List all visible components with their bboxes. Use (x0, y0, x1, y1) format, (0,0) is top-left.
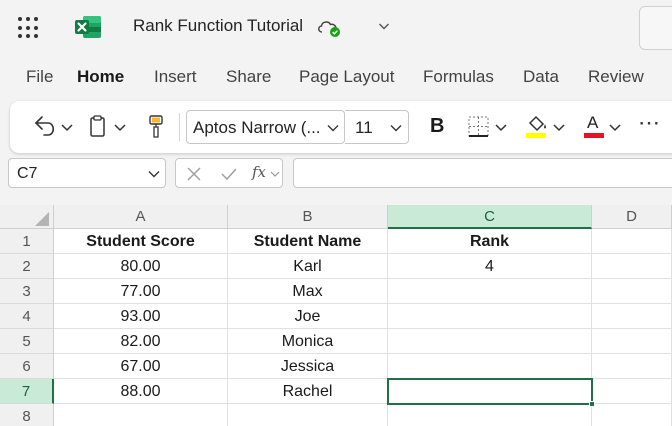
select-all-corner[interactable] (0, 205, 54, 229)
menu-data[interactable]: Data (523, 67, 559, 87)
select-all-icon (35, 212, 49, 226)
formula-controls: fx (175, 158, 283, 188)
more-icon[interactable]: ⋯ (638, 110, 660, 140)
cell-a7[interactable]: 88.00 (54, 379, 228, 404)
cell-a1[interactable]: Student Score (54, 229, 228, 254)
format-painter-icon[interactable] (144, 101, 174, 153)
row-header[interactable]: 6 (0, 354, 54, 379)
function-icon[interactable]: fx (252, 163, 266, 181)
font-name-value: Aptos Narrow (... (193, 118, 321, 137)
formula-input[interactable] (293, 158, 672, 188)
chevron-down-icon (327, 125, 339, 132)
cell-a4[interactable]: 93.00 (54, 304, 228, 329)
row-header[interactable]: 1 (0, 229, 54, 254)
chevron-down-icon (148, 171, 160, 178)
fill-color-icon (528, 115, 565, 132)
fill-handle[interactable] (589, 401, 595, 407)
cell-c2[interactable]: 4 (388, 254, 592, 279)
cell-c8[interactable] (388, 404, 592, 426)
active-cell-border (387, 378, 593, 405)
cloud-saved-icon[interactable] (316, 16, 342, 38)
document-title[interactable]: Rank Function Tutorial (133, 16, 303, 36)
cell-d1[interactable] (592, 229, 672, 254)
cell-a6[interactable]: 67.00 (54, 354, 228, 379)
window-control[interactable] (639, 0, 672, 56)
font-size-dropdown[interactable]: 11 (345, 110, 409, 144)
cancel-icon[interactable] (186, 166, 202, 182)
enter-check-icon[interactable] (220, 166, 238, 182)
font-name-dropdown[interactable]: Aptos Narrow (... (186, 110, 345, 144)
font-size-value: 11 (355, 118, 373, 137)
menu-bar: File Home Insert Share Page Layout Formu… (0, 56, 672, 98)
ribbon-toolbar: Aptos Narrow (... 11 B A ⋯ (10, 101, 672, 153)
cell-d2[interactable] (592, 254, 672, 279)
chevron-down-icon (270, 171, 280, 177)
spreadsheet-grid: A B C D 1 Student Score Student Name Ran… (0, 205, 672, 426)
cell-b3[interactable]: Max (228, 279, 388, 304)
menu-insert[interactable]: Insert (154, 67, 197, 87)
cell-b6[interactable]: Jessica (228, 354, 388, 379)
chevron-down-icon (609, 124, 621, 132)
title-bar: Rank Function Tutorial (0, 0, 672, 56)
chevron-down-icon[interactable] (377, 19, 391, 33)
borders-icon[interactable] (466, 101, 516, 153)
cell-a2[interactable]: 80.00 (54, 254, 228, 279)
menu-formulas[interactable]: Formulas (423, 67, 494, 87)
cell-b2[interactable]: Karl (228, 254, 388, 279)
fill-color-button[interactable] (522, 101, 578, 153)
app-launcher-icon[interactable] (18, 17, 40, 39)
cell-d5[interactable] (592, 329, 672, 354)
fill-color-swatch (526, 133, 546, 138)
cell-d6[interactable] (592, 354, 672, 379)
column-header-c[interactable]: C (388, 205, 592, 229)
menu-review[interactable]: Review (588, 67, 644, 87)
column-header-a[interactable]: A (54, 205, 228, 229)
menu-page-layout[interactable]: Page Layout (299, 67, 394, 87)
row-header-selected[interactable]: 7 (0, 379, 54, 404)
menu-home[interactable]: Home (77, 67, 124, 87)
cell-d7[interactable] (592, 379, 672, 404)
cell-b4[interactable]: Joe (228, 304, 388, 329)
column-header-b[interactable]: B (228, 205, 388, 229)
cell-b5[interactable]: Monica (228, 329, 388, 354)
cell-a3[interactable]: 77.00 (54, 279, 228, 304)
excel-logo-icon (75, 16, 101, 38)
cell-d8[interactable] (592, 404, 672, 426)
name-box-value: C7 (17, 165, 38, 182)
undo-icon[interactable] (28, 101, 78, 153)
cell-b7[interactable]: Rachel (228, 379, 388, 404)
menu-share[interactable]: Share (226, 67, 271, 87)
cell-c5[interactable] (388, 329, 592, 354)
font-color-button[interactable]: A (582, 101, 638, 153)
row-header[interactable]: 3 (0, 279, 54, 304)
cell-a5[interactable]: 82.00 (54, 329, 228, 354)
column-header-d[interactable]: D (592, 205, 672, 229)
clipboard-icon[interactable] (86, 101, 136, 153)
name-box[interactable]: C7 (8, 158, 166, 188)
cell-a8[interactable] (54, 404, 228, 426)
row-header[interactable]: 2 (0, 254, 54, 279)
row-header[interactable]: 5 (0, 329, 54, 354)
cell-d4[interactable] (592, 304, 672, 329)
cell-b8[interactable] (228, 404, 388, 426)
ribbon-separator (179, 113, 180, 141)
menu-file[interactable]: File (26, 67, 53, 87)
bold-button[interactable]: B (430, 115, 444, 141)
row-header[interactable]: 8 (0, 404, 54, 426)
chevron-down-icon (390, 125, 402, 132)
cell-c4[interactable] (388, 304, 592, 329)
cell-c6[interactable] (388, 354, 592, 379)
cell-c1[interactable]: Rank (388, 229, 592, 254)
row-header[interactable]: 4 (0, 304, 54, 329)
cell-b1[interactable]: Student Name (228, 229, 388, 254)
cell-d3[interactable] (592, 279, 672, 304)
cell-c3[interactable] (388, 279, 592, 304)
